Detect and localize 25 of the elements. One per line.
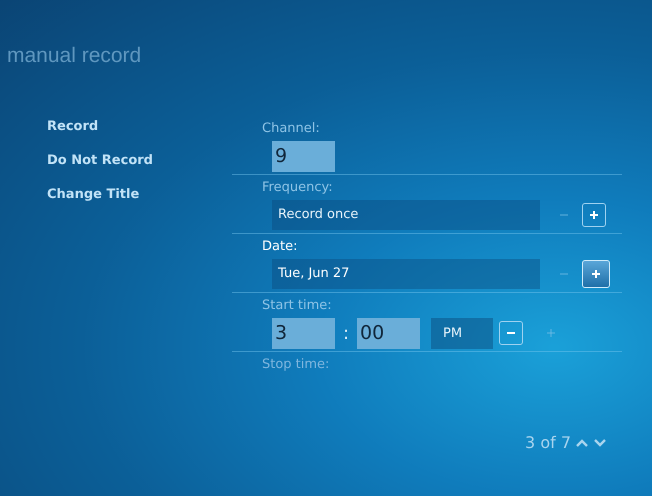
page-title: manual record [6, 44, 142, 68]
plus-button[interactable] [582, 203, 606, 227]
period-field[interactable]: PM [431, 318, 493, 348]
value-field[interactable]: Record once [272, 200, 540, 230]
value-field[interactable]: Tue, Jun 27 [272, 259, 540, 289]
field-label: Frequency: [262, 179, 334, 197]
minute-field[interactable]: 00 [357, 318, 420, 348]
up-chevron-icon[interactable] [575, 438, 589, 448]
menu-item[interactable]: Do Not Record [47, 150, 153, 172]
minus-button[interactable] [499, 321, 523, 345]
channel-field[interactable]: 9 [272, 140, 335, 172]
plus-button[interactable] [582, 260, 610, 288]
plus-icon [591, 269, 601, 279]
menu-item[interactable]: Record [47, 116, 98, 138]
field-label: Channel: [262, 120, 321, 138]
field-label: Stop time: [262, 356, 330, 374]
field-label: Start time: [262, 297, 333, 315]
time-separator: : [342, 322, 350, 344]
hour-field[interactable]: 3 [272, 318, 335, 348]
menu-item[interactable]: Change Title [47, 184, 140, 206]
field-label: Date: [262, 238, 298, 256]
plus-icon [546, 328, 556, 338]
plus-icon [589, 210, 599, 220]
page-counter: 3 of 7 [525, 433, 571, 452]
down-chevron-icon[interactable] [593, 438, 607, 448]
